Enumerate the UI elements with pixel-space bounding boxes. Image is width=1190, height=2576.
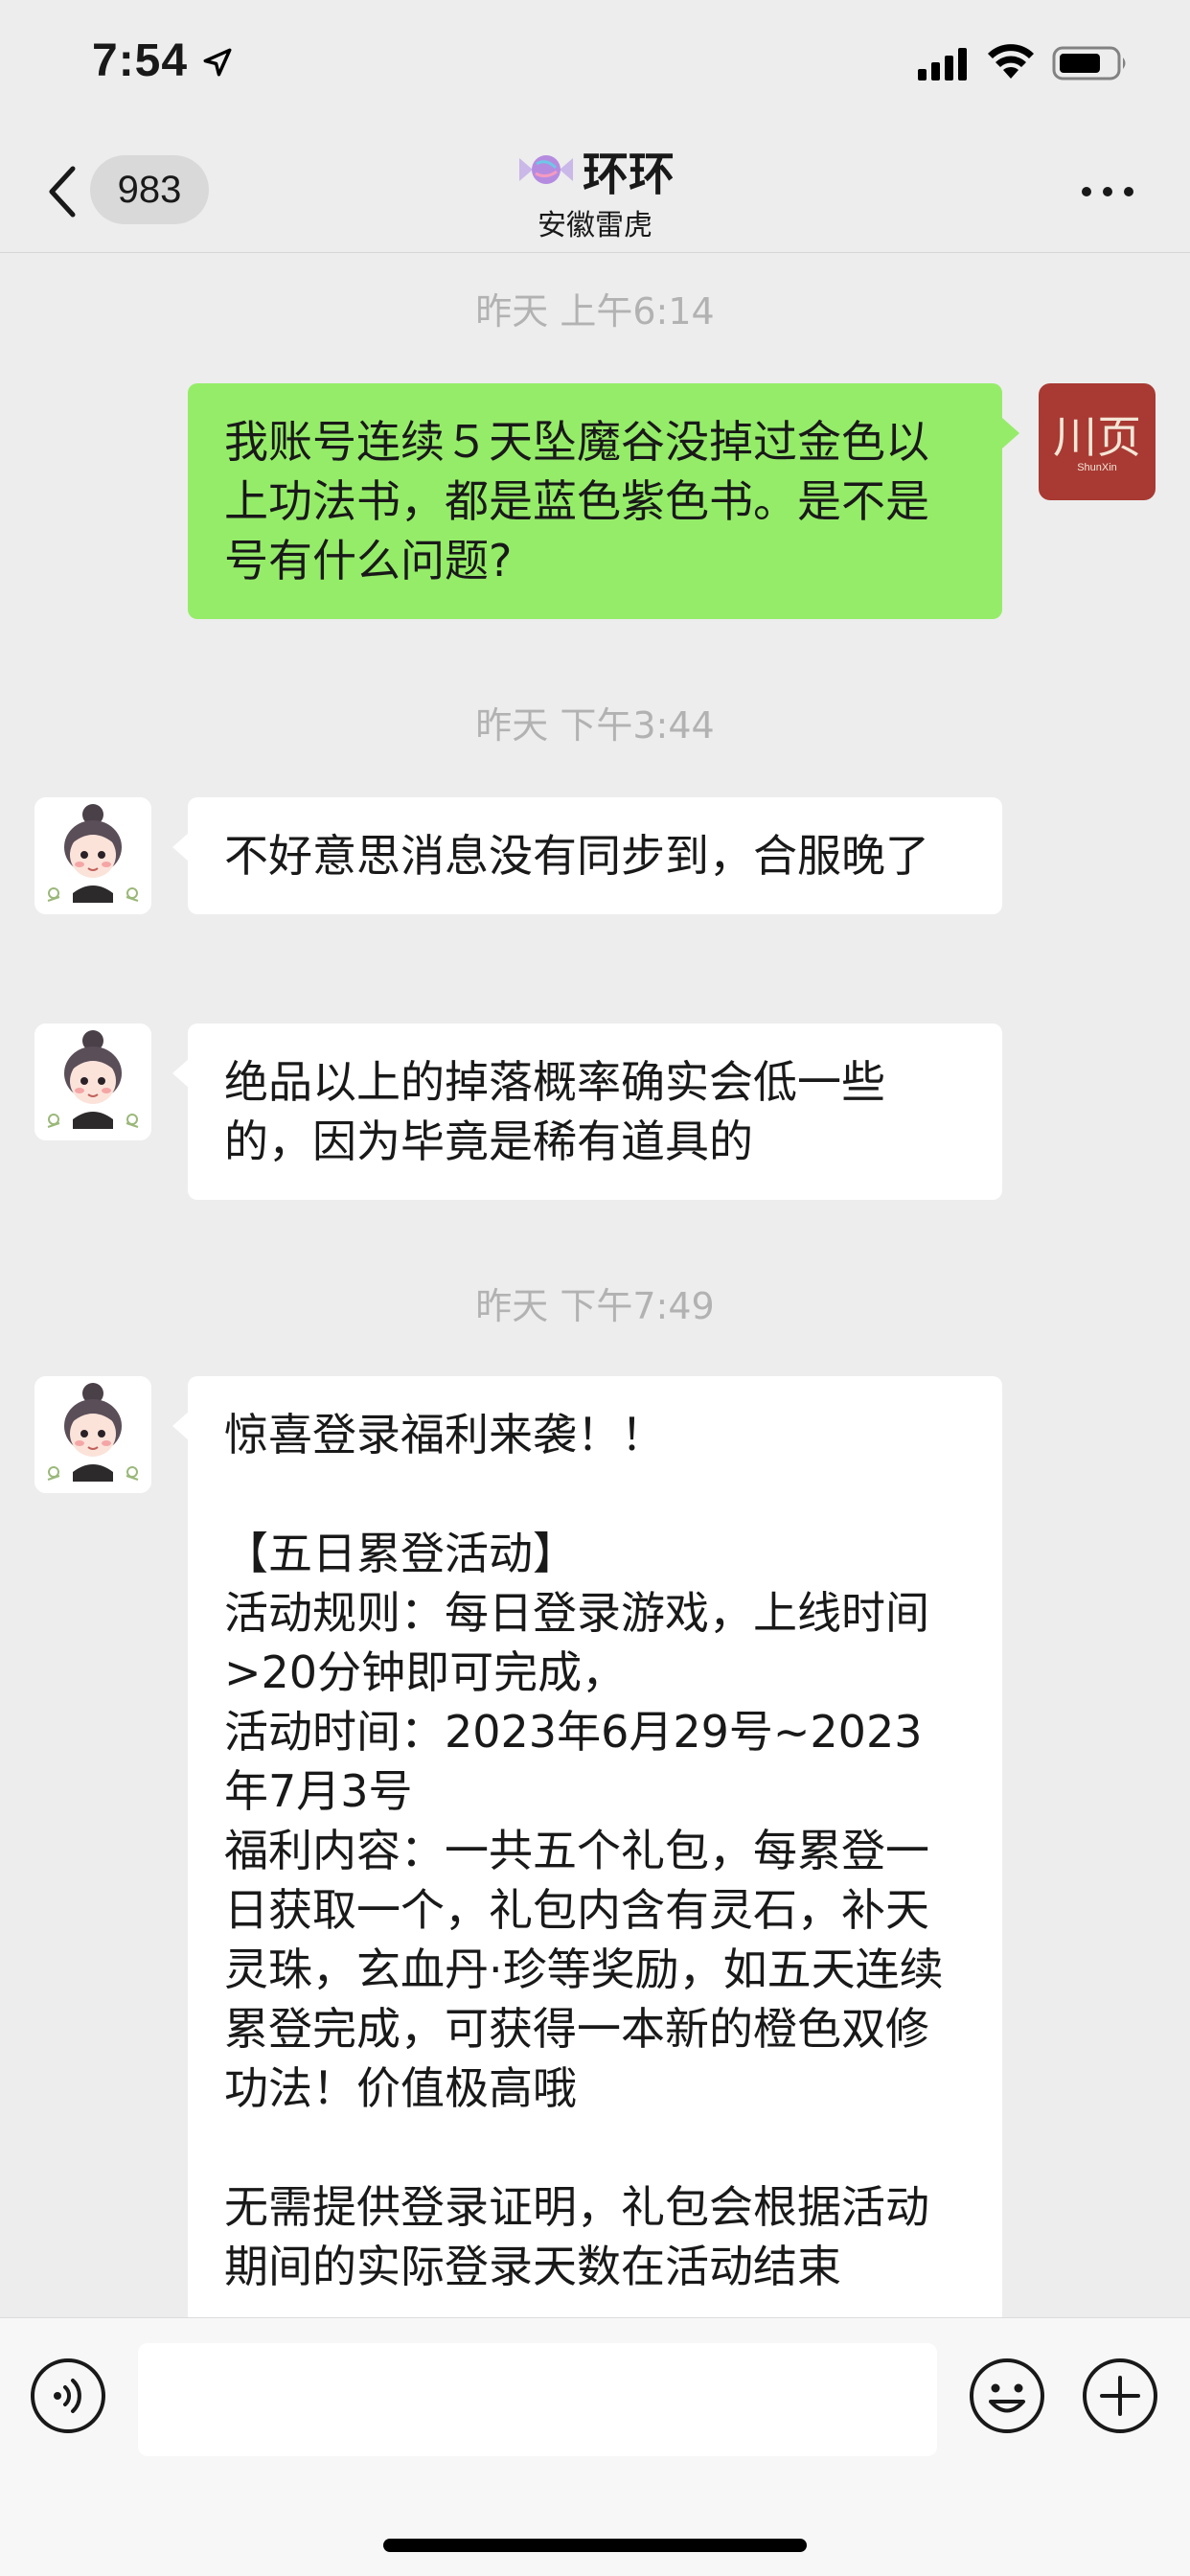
location-arrow-icon bbox=[203, 48, 232, 77]
message-list[interactable]: 昨天 上午6:14 我账号连续５天坠魔谷没掉过金色以上功法书，都是蓝色紫色书。是… bbox=[0, 253, 1190, 2317]
self-avatar[interactable]: 川页 ShunXin bbox=[1039, 383, 1156, 500]
wifi-icon bbox=[988, 44, 1034, 79]
status-time: 7:54 bbox=[92, 35, 189, 86]
cellular-signal-icon bbox=[918, 48, 967, 80]
timestamp: 昨天 上午6:14 bbox=[475, 290, 715, 333]
candy-icon bbox=[518, 155, 573, 184]
input-bar bbox=[0, 2317, 1190, 2576]
received-message-bubble[interactable]: 不好意思消息没有同步到，合服晚了 bbox=[188, 797, 1002, 914]
bubble-tail bbox=[1002, 418, 1019, 448]
self-avatar-logo-subtext: ShunXin bbox=[1077, 462, 1117, 473]
chat-subtitle: 安徽雷虎 bbox=[538, 209, 652, 242]
cartoon-girl-avatar-icon bbox=[34, 1024, 151, 1140]
chat-title: 环环 bbox=[582, 148, 675, 201]
message-input[interactable] bbox=[138, 2343, 937, 2456]
battery-icon bbox=[1052, 46, 1126, 80]
plus-icon[interactable] bbox=[1081, 2357, 1159, 2435]
cartoon-girl-avatar-icon bbox=[34, 1376, 151, 1493]
unread-count-badge[interactable]: 983 bbox=[90, 155, 209, 224]
home-indicator[interactable] bbox=[383, 2539, 807, 2552]
voice-icon[interactable] bbox=[29, 2357, 107, 2435]
chat-header: 983 环环 安徽雷虎 bbox=[0, 134, 1190, 253]
self-avatar-logo-text: 川页 bbox=[1053, 411, 1141, 463]
contact-avatar[interactable] bbox=[34, 797, 151, 914]
received-message-bubble[interactable]: 绝品以上的掉落概率确实会低一些的，因为毕竟是稀有道具的 bbox=[188, 1024, 1002, 1200]
back-chevron-icon[interactable] bbox=[44, 163, 79, 220]
status-bar: 7:54 bbox=[0, 0, 1190, 134]
contact-avatar[interactable] bbox=[34, 1024, 151, 1140]
chat-title-block[interactable]: 环环 安徽雷虎 bbox=[403, 140, 787, 243]
emoji-icon[interactable] bbox=[968, 2357, 1046, 2435]
timestamp: 昨天 下午7:49 bbox=[475, 1285, 715, 1327]
received-message-bubble[interactable]: 惊喜登录福利来袭！！ 【五日累登活动】 活动规则：每日登录游戏，上线时间>20分… bbox=[188, 1376, 1002, 2317]
timestamp: 昨天 下午3:44 bbox=[475, 704, 715, 747]
contact-avatar[interactable] bbox=[34, 1376, 151, 1493]
cartoon-girl-avatar-icon bbox=[34, 797, 151, 914]
sent-message-bubble[interactable]: 我账号连续５天坠魔谷没掉过金色以上功法书，都是蓝色紫色书。是不是号有什么问题? bbox=[188, 383, 1002, 619]
more-dots-icon[interactable] bbox=[1079, 182, 1136, 201]
